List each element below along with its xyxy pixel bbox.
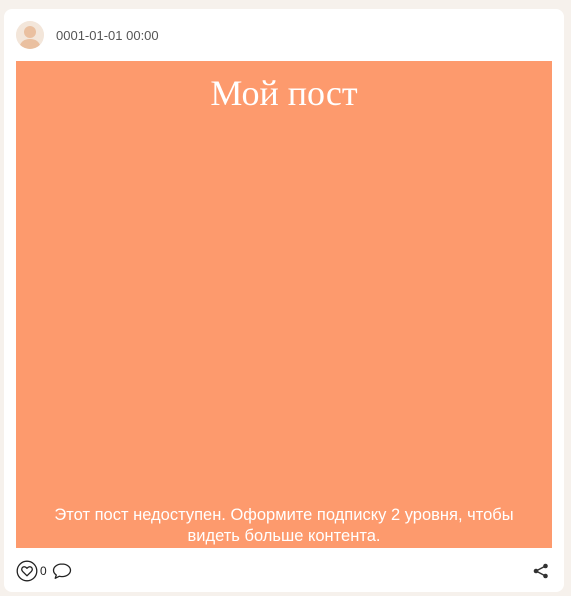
- post-media[interactable]: Мой пост Этот пост недоступен. Оформите …: [16, 61, 552, 548]
- share-icon: [533, 563, 548, 579]
- locked-content-message: Этот пост недоступен. Оформите подписку …: [54, 506, 514, 545]
- post-actions: 0: [16, 560, 552, 582]
- post-header: 0001-01-01 00:00: [16, 21, 159, 49]
- post-title: Мой пост: [210, 73, 358, 113]
- post-timestamp: 0001-01-01 00:00: [56, 27, 159, 43]
- comment-button[interactable]: [51, 560, 73, 582]
- share-button[interactable]: [530, 560, 552, 582]
- like-button[interactable]: [16, 560, 38, 582]
- heart-icon: [16, 560, 38, 582]
- user-avatar-icon: [16, 21, 44, 49]
- post-card: 0001-01-01 00:00 Мой пост Этот пост недо…: [4, 9, 564, 592]
- comment-icon: [52, 563, 71, 579]
- avatar[interactable]: [16, 21, 44, 49]
- like-count: 0: [40, 564, 47, 578]
